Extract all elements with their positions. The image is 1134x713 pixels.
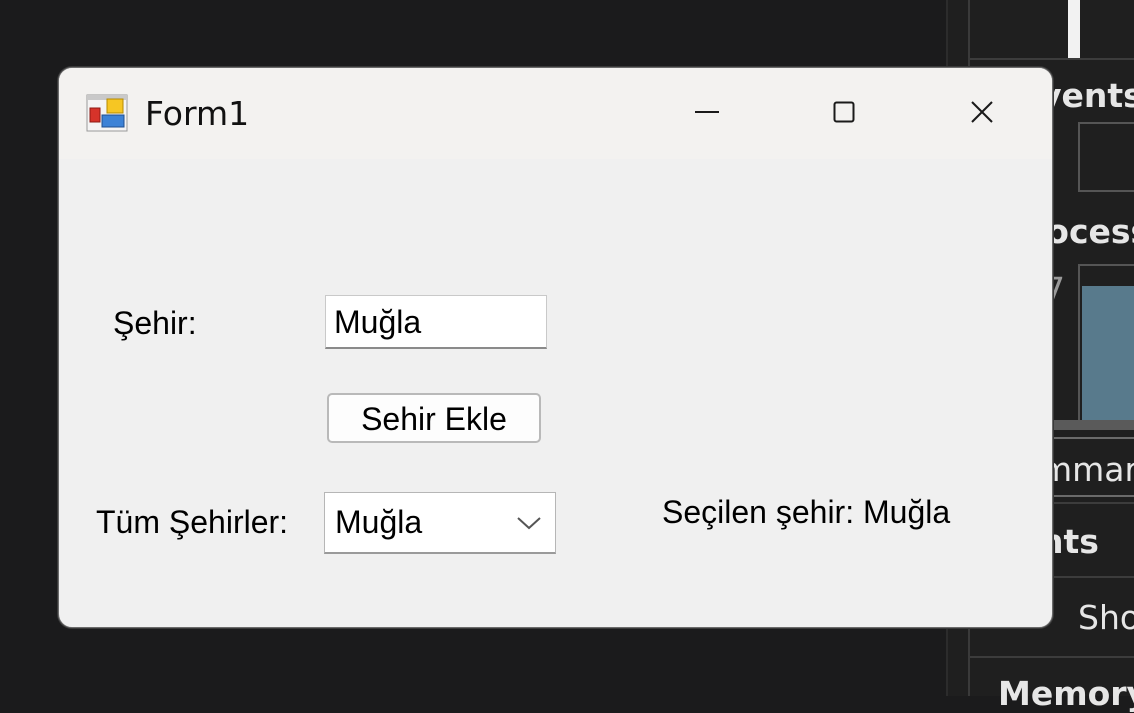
maximize-button[interactable] <box>775 68 913 156</box>
background-chart-area <box>1082 286 1134 420</box>
form1-window: Form1 Şehir: Muğla Sehir Ekle Tüm Şehirl… <box>58 67 1053 628</box>
all-cities-label: Tüm Şehirler: <box>96 504 289 540</box>
combobox-selected-value: Muğla <box>335 504 423 540</box>
city-input[interactable]: Muğla <box>325 295 547 349</box>
close-icon <box>971 101 993 123</box>
background-show-label: Sho <box>1078 598 1134 637</box>
background-events-heading: vents <box>1040 76 1134 115</box>
background-memory-heading: Memory <box>998 674 1134 713</box>
background-separator <box>970 656 1134 658</box>
background-summary-tab-label: mmary <box>1040 450 1134 489</box>
background-scrollbar <box>1050 420 1134 430</box>
background-scroll-thumb <box>1068 0 1080 58</box>
minimize-icon <box>695 111 719 113</box>
background-events-box <box>1078 122 1134 192</box>
city-label: Şehir: <box>113 305 197 341</box>
close-button[interactable] <box>913 68 1051 156</box>
all-cities-combobox[interactable]: Muğla <box>324 492 556 554</box>
background-separator <box>970 58 1134 60</box>
background-process-chart <box>1078 264 1134 422</box>
chevron-down-icon[interactable] <box>515 513 543 533</box>
add-city-button[interactable]: Sehir Ekle <box>327 393 541 443</box>
title-bar[interactable]: Form1 <box>59 68 1052 159</box>
window-title: Form1 <box>145 94 250 133</box>
winforms-app-icon <box>86 94 128 132</box>
maximize-icon <box>833 101 855 123</box>
selected-city-label: Seçilen şehir: Muğla <box>662 494 951 530</box>
minimize-button[interactable] <box>638 68 776 156</box>
